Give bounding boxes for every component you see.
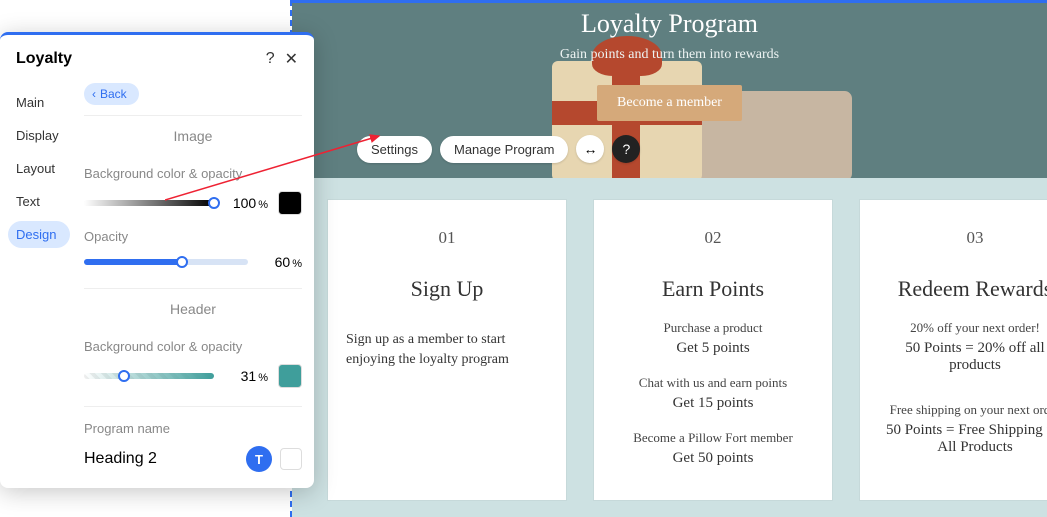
- settings-scroll[interactable]: ‹ Back Image Background color & opacity …: [78, 79, 314, 488]
- cards-area: 01 Sign Up Sign up as a member to start …: [292, 178, 1047, 517]
- page-canvas: Loyalty Program Gain points and turn the…: [290, 0, 1047, 517]
- panel-header: Loyalty ? ✕: [0, 35, 314, 79]
- panel-nav: Main Display Layout Text Design: [0, 79, 78, 488]
- cards-row: 01 Sign Up Sign up as a member to start …: [292, 200, 1047, 500]
- hero-title: Loyalty Program: [292, 9, 1047, 39]
- design-panel: Loyalty ? ✕ Main Display Layout Text Des…: [0, 32, 314, 488]
- nav-display[interactable]: Display: [8, 122, 70, 149]
- card-earn: 02 Earn Points Purchase a product Get 5 …: [594, 200, 832, 500]
- card-description: Sign up as a member to start enjoying th…: [346, 330, 548, 369]
- card-line: Chat with us and earn points: [612, 375, 814, 391]
- hero-section: Loyalty Program Gain points and turn the…: [292, 0, 1047, 178]
- card-line: Get 50 points: [612, 450, 814, 467]
- become-member-button[interactable]: Become a member: [597, 85, 742, 121]
- header-bg-value: 31%: [224, 368, 268, 384]
- nav-main[interactable]: Main: [8, 89, 70, 116]
- card-redeem: 03 Redeem Rewards 20% off your next orde…: [860, 200, 1047, 500]
- card-line: Free shipping on your next order: [878, 402, 1047, 418]
- hero-subtitle: Gain points and turn them into rewards: [292, 47, 1047, 63]
- section-header-title: Header: [84, 289, 302, 325]
- card-number: 02: [612, 228, 814, 248]
- card-line: Become a Pillow Fort member: [612, 430, 814, 446]
- card-line: 50 Points = 20% off all products: [878, 340, 1047, 374]
- card-line: Purchase a product: [612, 320, 814, 336]
- image-bg-swatch[interactable]: [278, 191, 302, 215]
- element-toolbar: Settings Manage Program ↔ ?: [357, 135, 640, 163]
- nav-layout[interactable]: Layout: [8, 155, 70, 182]
- help-icon[interactable]: ?: [266, 50, 275, 68]
- program-name-value: Heading 2: [84, 450, 238, 468]
- card-line: 50 Points = Free Shipping for All Produc…: [878, 422, 1047, 456]
- card-title: Earn Points: [612, 276, 814, 302]
- manage-program-button[interactable]: Manage Program: [440, 136, 568, 163]
- program-name-color[interactable]: [280, 448, 302, 470]
- card-signup: 01 Sign Up Sign up as a member to start …: [328, 200, 566, 500]
- image-bg-label: Background color & opacity: [84, 166, 302, 181]
- panel-title: Loyalty: [16, 50, 256, 68]
- chevron-left-icon: ‹: [92, 87, 96, 101]
- section-image-title: Image: [84, 116, 302, 152]
- card-number: 03: [878, 228, 1047, 248]
- image-opacity-slider[interactable]: [84, 259, 248, 265]
- program-name-label: Program name: [84, 421, 302, 436]
- stretch-icon[interactable]: ↔: [576, 135, 604, 163]
- help-icon[interactable]: ?: [612, 135, 640, 163]
- card-line: Get 5 points: [612, 340, 814, 357]
- nav-text[interactable]: Text: [8, 188, 70, 215]
- card-line: Get 15 points: [612, 395, 814, 412]
- settings-button[interactable]: Settings: [357, 136, 432, 163]
- image-bg-slider[interactable]: [84, 200, 214, 206]
- card-title: Redeem Rewards: [878, 276, 1047, 302]
- header-bg-label: Background color & opacity: [84, 339, 302, 354]
- header-bg-swatch[interactable]: [278, 364, 302, 388]
- image-opacity-value: 60%: [258, 254, 302, 270]
- image-opacity-label: Opacity: [84, 229, 302, 244]
- back-button[interactable]: ‹ Back: [84, 83, 139, 105]
- card-number: 01: [346, 228, 548, 248]
- image-bg-value: 100%: [224, 195, 268, 211]
- card-title: Sign Up: [346, 276, 548, 302]
- close-icon[interactable]: ✕: [285, 49, 298, 69]
- card-line: 20% off your next order!: [878, 320, 1047, 336]
- text-style-button[interactable]: T: [246, 446, 272, 472]
- nav-design[interactable]: Design: [8, 221, 70, 248]
- header-bg-slider[interactable]: [84, 373, 214, 379]
- back-label: Back: [100, 87, 127, 101]
